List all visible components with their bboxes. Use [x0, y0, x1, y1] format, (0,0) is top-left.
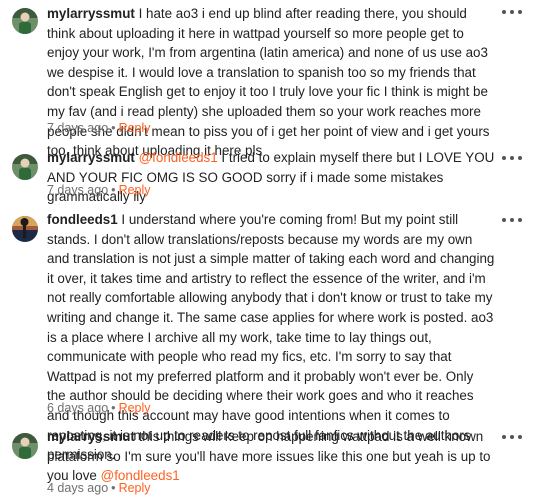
user-avatar[interactable] [12, 216, 38, 242]
comment-username[interactable]: fondleeds1 [47, 212, 118, 227]
meta-separator: • [111, 183, 116, 197]
comment-timestamp: 7 days ago [47, 183, 109, 197]
mention-link[interactable]: @fondleeds1 [139, 150, 218, 165]
avatar-green-person-icon [12, 8, 38, 34]
reply-link[interactable]: Reply [119, 481, 151, 495]
avatar-green-person-icon [12, 433, 38, 459]
more-options-icon[interactable] [502, 154, 522, 162]
comment-timestamp: 6 days ago [47, 401, 109, 415]
comment-username[interactable]: mylarryssmut [47, 6, 135, 21]
comment-timestamp: 7 days ago [47, 121, 109, 135]
avatar-sunset-landscape-icon [12, 216, 38, 242]
comment-text: I understand where you're coming from! B… [47, 212, 495, 463]
meta-separator: • [111, 121, 116, 135]
comment-username[interactable]: mylarryssmut [47, 429, 135, 444]
user-avatar[interactable] [12, 154, 38, 180]
user-avatar[interactable] [12, 8, 38, 34]
reply-link[interactable]: Reply [119, 121, 151, 135]
comment-meta: 4 days ago • Reply [47, 480, 151, 496]
comment-meta: 7 days ago • Reply [47, 120, 151, 136]
meta-separator: • [111, 481, 116, 495]
avatar-green-person-icon [12, 154, 38, 180]
meta-separator: • [111, 401, 116, 415]
user-avatar[interactable] [12, 433, 38, 459]
reply-link[interactable]: Reply [119, 401, 151, 415]
comment-username[interactable]: mylarryssmut [47, 150, 135, 165]
more-options-icon[interactable] [502, 216, 522, 224]
more-options-icon[interactable] [502, 433, 522, 441]
comment-timestamp: 4 days ago [47, 481, 109, 495]
reply-link[interactable]: Reply [119, 183, 151, 197]
comment-meta: 7 days ago • Reply [47, 182, 151, 198]
comment-meta: 6 days ago • Reply [47, 400, 151, 416]
comment-body: mylarryssmut this things will keep on ha… [47, 427, 495, 486]
comment-body: mylarryssmut I hate ao3 i end up blind a… [47, 4, 495, 161]
more-options-icon[interactable] [502, 8, 522, 16]
